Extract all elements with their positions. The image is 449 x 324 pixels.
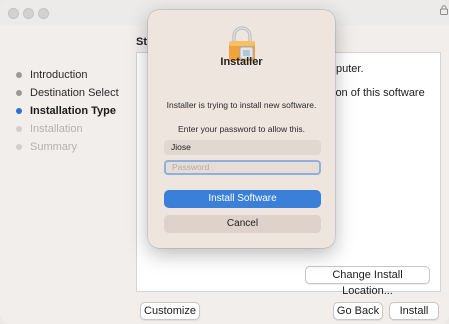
sidebar-item-destination-select: Destination Select (14, 84, 134, 102)
close-window-button[interactable] (8, 8, 19, 19)
zoom-window-button[interactable] (38, 8, 49, 19)
step-dot-icon (16, 90, 22, 96)
lock-icon (440, 5, 448, 18)
dialog-prompt: Enter your password to allow this. (177, 124, 306, 134)
step-dot-icon (16, 72, 22, 78)
install-software-button[interactable]: Install Software (164, 190, 321, 208)
install-button[interactable]: Install (389, 302, 439, 320)
change-install-location-button[interactable]: Change Install Location... (305, 266, 430, 297)
sidebar-item-introduction: Introduction (14, 66, 134, 84)
dialog-message: Installer is trying to install new softw… (166, 100, 317, 110)
username-field[interactable]: Jiose (164, 140, 321, 155)
sidebar-item-installation-type: Installation Type (14, 102, 134, 120)
sidebar-item-label: Installation (30, 123, 83, 135)
panel-text-line: puter. (336, 63, 364, 75)
sidebar-item-installation: Installation (14, 120, 134, 138)
dialog-title: Installer (220, 56, 263, 68)
sidebar-item-label: Introduction (30, 69, 88, 81)
panel-text-line: ion of this software (333, 87, 425, 99)
sidebar-item-label: Destination Select (30, 87, 119, 99)
step-dot-icon (16, 108, 22, 114)
minimize-window-button[interactable] (23, 8, 34, 19)
sidebar-item-label: Installation Type (30, 105, 116, 117)
go-back-button[interactable]: Go Back (333, 302, 383, 320)
section-title: St (136, 36, 147, 48)
cancel-button[interactable]: Cancel (164, 215, 321, 233)
step-dot-icon (16, 126, 22, 132)
sidebar: Introduction Destination Select Installa… (14, 66, 134, 156)
authentication-dialog: Installer Installer is trying to install… (148, 10, 335, 248)
customize-button[interactable]: Customize (140, 302, 200, 320)
password-field[interactable]: Password (164, 160, 321, 175)
sidebar-item-label: Summary (30, 141, 78, 153)
sidebar-item-summary: Summary (14, 138, 134, 156)
step-dot-icon (16, 144, 22, 150)
